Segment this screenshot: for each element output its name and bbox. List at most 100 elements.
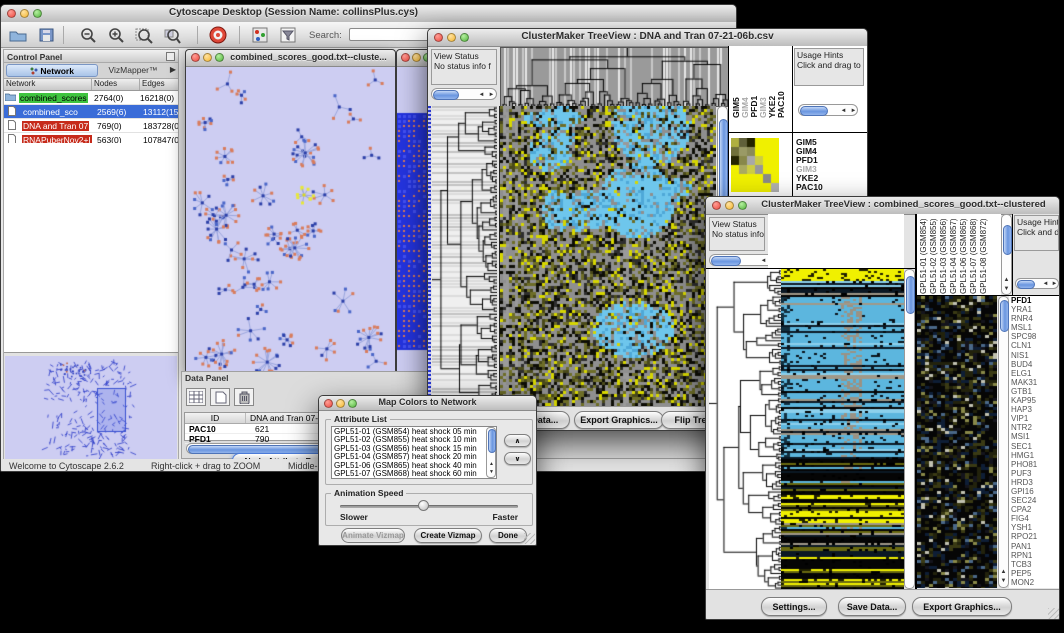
vizmapper-icon[interactable] xyxy=(249,25,271,45)
table-mode-icon[interactable] xyxy=(186,388,206,406)
scrollbar-thumb[interactable] xyxy=(1017,280,1035,289)
summary-hscrollbar[interactable]: ◄ ► xyxy=(798,104,858,116)
heatmap-canvas[interactable] xyxy=(781,269,904,589)
row-dendrogram[interactable] xyxy=(709,269,781,589)
filter-icon[interactable] xyxy=(277,25,299,45)
move-up-button[interactable]: ∧ xyxy=(504,434,531,447)
attribute-item[interactable]: GPL51-06 (GSM865) heat shock 40 min xyxy=(334,462,494,470)
export-graphics-button[interactable]: Export Graphics... xyxy=(574,411,664,429)
save-icon[interactable] xyxy=(35,25,57,45)
scroll-left-icon[interactable]: ◄ xyxy=(839,107,848,116)
gene-label[interactable]: FIG4 xyxy=(1011,514,1060,523)
done-button[interactable]: Done xyxy=(489,528,527,543)
gene-label[interactable]: CPA2 xyxy=(1011,505,1060,514)
zoom-icon[interactable] xyxy=(738,201,747,210)
network-list-row[interactable]: combined_sco2569(6)13112(15) xyxy=(4,105,178,119)
scrollbar-thumb[interactable] xyxy=(1003,225,1012,255)
speed-slider-track[interactable] xyxy=(340,505,518,508)
gene-label[interactable]: PHO81 xyxy=(1011,460,1060,469)
dialog-titlebar[interactable]: Map Colors to Network xyxy=(319,396,536,411)
network-list-row[interactable]: DNA and Tran 07769(0)183728(0) xyxy=(4,119,178,133)
gene-label[interactable]: HAP3 xyxy=(1011,405,1060,414)
attribute-listbox[interactable]: GPL51-01 (GSM854) heat shock 05 minGPL51… xyxy=(331,426,497,479)
gene-label[interactable]: SPC98 xyxy=(1011,332,1060,341)
export-graphics-button[interactable]: Export Graphics... xyxy=(912,597,1012,616)
gene-label[interactable]: MON2 xyxy=(1011,578,1060,587)
open-file-icon[interactable] xyxy=(7,25,29,45)
selected-cluster-heatmap[interactable] xyxy=(731,138,779,192)
gene-label[interactable]: CLN1 xyxy=(1011,341,1060,350)
gene-label[interactable]: KAP95 xyxy=(1011,396,1060,405)
summary-hscrollbar[interactable]: ◄ ► xyxy=(1015,278,1059,289)
gene-label[interactable]: SEC24 xyxy=(1011,496,1060,505)
animate-vizmap-button[interactable]: Animate Vizmap xyxy=(341,528,405,543)
heatmap-canvas[interactable] xyxy=(499,106,716,406)
zoom-out-icon[interactable] xyxy=(77,25,99,45)
gene-label[interactable]: SEC1 xyxy=(1011,442,1060,451)
resize-grip[interactable] xyxy=(1048,608,1059,619)
scroll-right-icon[interactable]: ► xyxy=(849,107,858,116)
tab-overflow-icon[interactable]: ▶ xyxy=(170,65,176,74)
scroll-left-icon[interactable]: ◄ xyxy=(759,257,768,266)
scroll-down-icon[interactable]: ▼ xyxy=(999,577,1008,586)
gene-label[interactable]: TCB3 xyxy=(1011,560,1060,569)
selected-genes-heatmap[interactable] xyxy=(917,296,997,588)
attribute-item[interactable]: GPL51-03 (GSM856) heat shock 15 min xyxy=(334,445,494,453)
gene-label[interactable]: MSL1 xyxy=(1011,323,1060,332)
column-labels-vscrollbar[interactable]: ▲ ▼ xyxy=(1001,214,1012,295)
network-list-row[interactable]: combined_scores2764(0)16218(0) xyxy=(4,91,178,105)
gene-label[interactable]: HMG1 xyxy=(1011,451,1060,460)
scroll-right-icon[interactable]: ► xyxy=(487,91,496,100)
gene-label[interactable]: PEP5 xyxy=(1011,569,1060,578)
save-data-button[interactable]: Save Data... xyxy=(838,597,906,616)
scroll-up-icon[interactable]: ▲ xyxy=(1002,276,1011,285)
gene-label[interactable]: GTB1 xyxy=(1011,387,1060,396)
zoom-fit-icon[interactable] xyxy=(133,25,155,45)
scroll-up-icon[interactable]: ▲ xyxy=(999,568,1008,577)
scrollbar-thumb[interactable] xyxy=(1000,300,1009,332)
gene-label[interactable]: RPO21 xyxy=(1011,532,1060,541)
minimize-icon[interactable] xyxy=(203,53,212,62)
settings-button[interactable]: Settings... xyxy=(761,597,827,616)
tab-vizmapper[interactable]: VizMapper™ xyxy=(101,64,165,77)
gene-label[interactable]: YRA1 xyxy=(1011,305,1060,314)
minimize-icon[interactable] xyxy=(412,53,421,62)
attribute-item[interactable]: GPL51-07 (GSM868) heat shock 60 min xyxy=(334,470,494,478)
create-vizmap-button[interactable]: Create Vizmap xyxy=(414,528,482,543)
gene-label[interactable]: GPI16 xyxy=(1011,487,1060,496)
gene-label[interactable]: HRD3 xyxy=(1011,478,1060,487)
gene-label[interactable]: RPN1 xyxy=(1011,551,1060,560)
scroll-down-icon[interactable]: ▼ xyxy=(1002,285,1011,294)
delete-attribute-icon[interactable] xyxy=(234,388,254,406)
gene-label[interactable]: PAC10 xyxy=(796,183,864,192)
close-icon[interactable] xyxy=(401,53,410,62)
scrollbar-thumb[interactable] xyxy=(711,256,741,266)
treeview1-dendro-hscrollbar[interactable]: ◄ ► xyxy=(431,88,497,100)
treeview2-vscrollbar[interactable] xyxy=(904,269,915,589)
close-icon[interactable] xyxy=(712,201,721,210)
scrollbar-thumb[interactable] xyxy=(800,106,828,116)
main-titlebar[interactable]: Cytoscape Desktop (Session Name: collins… xyxy=(1,5,736,23)
treeview1-titlebar[interactable]: ClusterMaker TreeView : DNA and Tran 07-… xyxy=(428,29,867,47)
new-attribute-icon[interactable] xyxy=(210,388,230,406)
zoom-selected-icon[interactable] xyxy=(161,25,183,45)
gene-label[interactable]: YSH1 xyxy=(1011,523,1060,532)
gene-label[interactable]: BUD4 xyxy=(1011,360,1060,369)
attribute-item[interactable]: GPL51-04 (GSM857) heat shock 20 min xyxy=(334,453,494,461)
gene-label[interactable]: MSI1 xyxy=(1011,432,1060,441)
row-dendrogram[interactable] xyxy=(432,106,497,406)
move-down-button[interactable]: ∨ xyxy=(504,452,531,465)
attribute-item[interactable]: GPL51-01 (GSM854) heat shock 05 min xyxy=(334,428,494,436)
attribute-item[interactable]: GPL51-02 (GSM855) heat shock 10 min xyxy=(334,436,494,444)
gene-label[interactable]: NIS1 xyxy=(1011,351,1060,360)
column-dendrogram[interactable] xyxy=(500,47,730,107)
gene-label[interactable]: RNR4 xyxy=(1011,314,1060,323)
scroll-left-icon[interactable]: ◄ xyxy=(1041,280,1050,289)
gene-label[interactable]: PUF3 xyxy=(1011,469,1060,478)
scrollbar-thumb[interactable] xyxy=(488,429,496,453)
scroll-left-icon[interactable]: ◄ xyxy=(477,91,486,100)
gene-label[interactable]: PFD1 xyxy=(1011,296,1060,305)
gene-list-vscrollbar[interactable]: ▲ ▼ xyxy=(998,296,1009,588)
zoom-in-icon[interactable] xyxy=(105,25,127,45)
minimize-icon[interactable] xyxy=(725,201,734,210)
